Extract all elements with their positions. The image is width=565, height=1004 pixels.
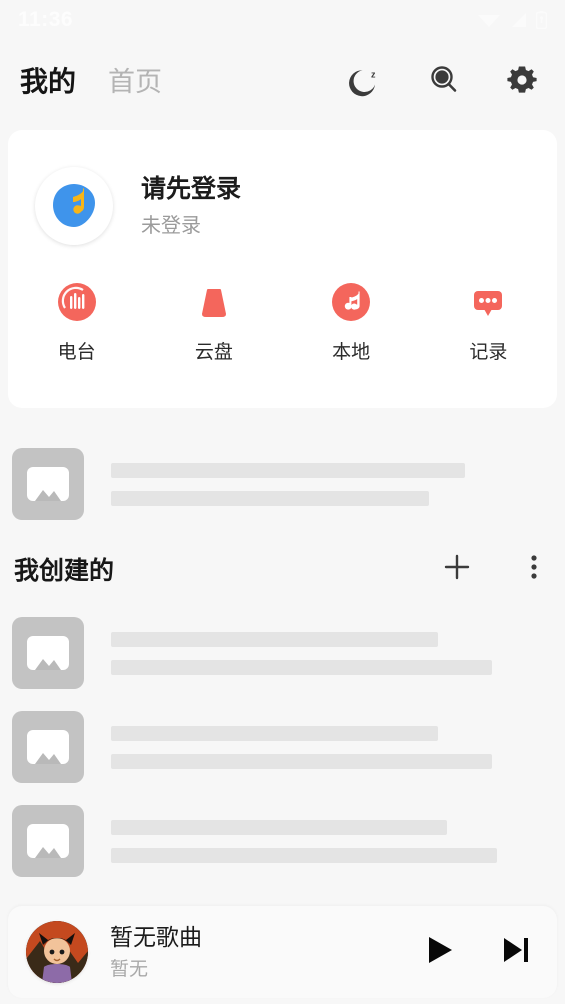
profile-subtitle: 未登录 xyxy=(141,214,201,237)
skeleton-line xyxy=(111,631,438,647)
quick-action-radio[interactable]: 电台 xyxy=(8,280,145,364)
quick-action-label: 云盘 xyxy=(194,342,233,363)
skeleton-lines xyxy=(111,725,565,769)
image-placeholder-icon xyxy=(12,617,84,689)
profile-card: 请先登录 未登录 电台 云盘 本地 记录 xyxy=(8,130,557,408)
image-placeholder-icon xyxy=(12,711,84,783)
svg-text:z: z xyxy=(371,69,376,79)
skeleton-lines xyxy=(111,462,565,506)
sleep-timer-icon[interactable]: z xyxy=(349,63,383,102)
play-icon[interactable] xyxy=(425,934,455,971)
skeleton-line xyxy=(111,462,466,478)
profile-text: 请先登录 未登录 xyxy=(141,173,241,239)
quick-action-history[interactable]: 记录 xyxy=(420,280,557,364)
header-tabs: 我的 首页 xyxy=(20,68,162,96)
profile-title: 请先登录 xyxy=(141,175,242,204)
player-controls xyxy=(425,934,531,971)
list-item[interactable] xyxy=(0,804,565,878)
quick-actions: 电台 云盘 本地 记录 xyxy=(8,245,557,364)
cellular-signal-icon xyxy=(509,12,527,28)
player-song-title: 暂无歌曲 xyxy=(110,923,202,950)
list-item[interactable] xyxy=(0,710,565,784)
mini-player-bar: 暂无歌曲 暂无 xyxy=(8,906,557,998)
skeleton-line xyxy=(111,819,447,835)
status-icons xyxy=(478,11,547,29)
list-item[interactable] xyxy=(0,616,565,690)
next-track-icon[interactable] xyxy=(501,934,531,971)
app-header: 我的 首页 z xyxy=(0,48,565,116)
settings-gear-icon[interactable] xyxy=(505,63,539,102)
skeleton-lines xyxy=(111,819,565,863)
app-root: 11:36 我的 首页 z 请先登录 未登录 电台 云盘 本地 记录 我创建的 … xyxy=(0,0,565,1004)
skeleton-line xyxy=(111,659,493,675)
more-vertical-icon[interactable] xyxy=(521,552,547,587)
section-header-created: 我创建的 xyxy=(0,545,565,593)
history-icon xyxy=(466,280,510,324)
tab-home[interactable]: 首页 xyxy=(108,69,162,96)
quick-action-label: 本地 xyxy=(332,342,371,363)
quick-action-label: 电台 xyxy=(57,342,96,363)
skeleton-line xyxy=(111,490,429,506)
plus-icon[interactable] xyxy=(441,551,473,588)
quick-action-cloud-drive[interactable]: 云盘 xyxy=(145,280,282,364)
quick-action-local[interactable]: 本地 xyxy=(283,280,420,364)
wifi-icon xyxy=(478,12,500,28)
image-placeholder-icon xyxy=(12,805,84,877)
section-title: 我创建的 xyxy=(14,557,115,585)
tab-mine[interactable]: 我的 xyxy=(20,68,76,96)
section-actions xyxy=(441,551,547,588)
local-music-icon xyxy=(329,280,373,324)
app-logo-avatar-icon xyxy=(53,184,95,227)
album-art-thumbnail[interactable] xyxy=(26,921,88,983)
skeleton-line xyxy=(111,847,497,863)
image-placeholder-icon xyxy=(12,448,84,520)
skeleton-line xyxy=(111,753,493,769)
radio-icon xyxy=(55,280,99,324)
header-actions: z xyxy=(349,63,545,102)
list-item[interactable] xyxy=(0,447,565,521)
search-icon[interactable] xyxy=(427,63,461,102)
status-time: 11:36 xyxy=(18,8,74,31)
cloud-drive-icon xyxy=(192,280,236,324)
quick-action-label: 记录 xyxy=(469,342,508,363)
skeleton-line xyxy=(111,725,438,741)
player-song-artist: 暂无 xyxy=(110,958,149,980)
profile-row[interactable]: 请先登录 未登录 xyxy=(8,130,557,245)
status-bar: 11:36 xyxy=(0,0,565,40)
battery-icon xyxy=(536,11,547,29)
skeleton-lines xyxy=(111,631,565,675)
avatar[interactable] xyxy=(35,167,113,245)
player-text: 暂无歌曲 暂无 xyxy=(110,923,202,982)
